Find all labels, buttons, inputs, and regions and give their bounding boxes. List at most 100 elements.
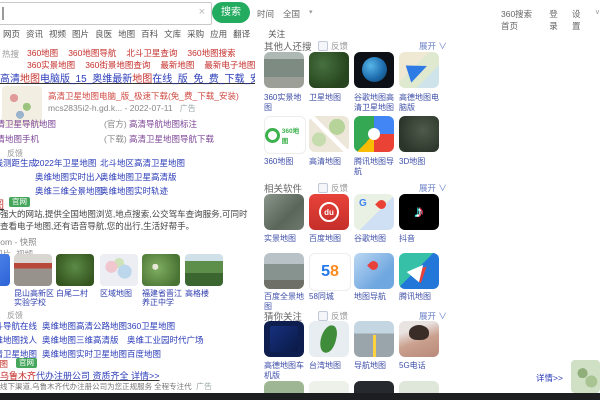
app-card[interactable]: 腾讯地图 [399, 253, 441, 301]
clear-icon[interactable]: × [199, 6, 205, 18]
street-view-icon[interactable] [264, 52, 304, 88]
tab-webpage[interactable]: 网页 [3, 28, 20, 40]
hot-link[interactable]: 360地图 [27, 47, 58, 59]
image-caption[interactable]: 昆山高新区实验学校 [14, 289, 54, 307]
settings-link[interactable]: 设置 [572, 8, 586, 32]
hot-link[interactable]: 360地图导航 [68, 47, 116, 59]
tab-wenku[interactable]: 文库 [164, 28, 181, 40]
app-card[interactable]: 实景地图 [264, 194, 306, 243]
related-link[interactable]: 奥维三维全景地图 [35, 185, 103, 197]
app-caption[interactable]: 实景地图 [264, 234, 304, 244]
hot-link[interactable]: 360地图搜索 [187, 47, 235, 59]
google-maps-icon[interactable]: G [354, 194, 394, 230]
tab-app[interactable]: 应用 [210, 28, 227, 40]
navigation-arrow-icon[interactable] [399, 253, 439, 289]
app-caption[interactable]: 高德地图电脑版 [399, 93, 439, 112]
app-caption[interactable]: 高德地图车机版 [264, 361, 304, 380]
paper-plane-icon[interactable] [399, 52, 439, 88]
aerial-map-icon[interactable] [399, 116, 439, 152]
tab-image[interactable]: 图片 [72, 28, 89, 40]
city-map-icon[interactable] [309, 116, 349, 152]
app-caption[interactable]: 3D地图 [399, 157, 439, 167]
tab-video[interactable]: 视频 [49, 28, 66, 40]
image-thumbnail[interactable] [14, 254, 52, 286]
app-caption[interactable]: 360地图 [264, 157, 304, 167]
app-card[interactable]: 58 58同城 [309, 253, 351, 301]
tab-doctor[interactable]: 良医 [95, 28, 112, 40]
app-caption[interactable]: 腾讯地图 [399, 292, 439, 302]
section-feedback[interactable]: 反馈 [318, 40, 348, 52]
app-card[interactable]: 导航地图 [354, 321, 396, 370]
app-card[interactable]: 360地图 360地图 [264, 116, 306, 166]
portrait-photo-icon[interactable] [399, 321, 439, 357]
app-caption[interactable]: 地图导航 [354, 292, 394, 302]
app-caption[interactable]: 导航地图 [354, 361, 394, 371]
app-card[interactable]: 百度全景地图 [264, 253, 306, 311]
related-link[interactable]: 奥维地图三维高清版 [42, 334, 119, 346]
ad-sublink[interactable]: 高清地图手机 [0, 133, 39, 145]
app-caption[interactable]: 抖音 [399, 234, 439, 244]
related-link[interactable]: 奥维地图高清公路地图 [42, 320, 127, 332]
app-card[interactable]: 腾讯地图导航 [354, 116, 396, 176]
filter-region[interactable]: 全国 [283, 8, 300, 20]
earth-globe-icon[interactable] [354, 52, 394, 88]
app-caption[interactable]: 台湾地图 [309, 361, 349, 371]
map-pin-icon[interactable] [354, 253, 394, 289]
app-caption[interactable]: 360实景地图 [264, 93, 304, 112]
image-caption[interactable]: 高格楼 [185, 289, 225, 298]
tiktok-icon[interactable]: ♪ [399, 194, 439, 230]
related-link[interactable]: 奥维地图卫星高清版 [100, 171, 177, 183]
street-photo-icon[interactable] [264, 253, 304, 289]
expand-button[interactable]: 展开 ∨ [419, 182, 447, 194]
related-link[interactable]: 奥维地图实时轨迹 [100, 185, 168, 197]
search-input[interactable] [5, 5, 187, 22]
app-caption[interactable]: 58同城 [309, 292, 349, 302]
ad-sublink[interactable]: 高清卫星导航地图 [0, 118, 56, 130]
related-link[interactable]: 360卫星地图 [127, 320, 175, 332]
image-thumbnail[interactable] [0, 254, 10, 286]
satellite-map-icon[interactable] [309, 52, 349, 88]
app-card[interactable]: 地图导航 [354, 253, 396, 301]
ad-result-title[interactable]: 高清地图电脑版_15_奥维最新地图在线_版_免_费_下载_安装... [0, 70, 255, 85]
app-caption[interactable]: 高清地图 [309, 157, 349, 167]
image-caption[interactable]: 福建省晋江养正中学 [142, 289, 182, 307]
app-caption[interactable]: 卫星地图 [309, 93, 349, 103]
baidu-maps-icon[interactable]: du [309, 194, 349, 230]
app-caption[interactable]: 谷歌地图 [354, 234, 394, 244]
map-pinwheel-icon[interactable] [354, 116, 394, 152]
ad2-thumbnail[interactable] [571, 360, 600, 393]
related-link[interactable]: 三维地图找人 [0, 334, 37, 346]
app-card[interactable]: 高德地图车机版 [264, 321, 306, 380]
tab-news[interactable]: 资讯 [26, 28, 43, 40]
app-card[interactable]: du 百度地图 [309, 194, 351, 243]
expand-button[interactable]: 展开 ∨ [419, 40, 447, 52]
app-caption[interactable]: 腾讯地图导航 [354, 157, 394, 176]
app-card[interactable]: ♪ 抖音 [399, 194, 441, 243]
home-link[interactable]: 360搜索首页 [501, 8, 540, 32]
ad2-more-link[interactable]: 详情>> [536, 372, 563, 384]
image-thumbnail[interactable] [56, 254, 94, 286]
related-link[interactable]: 奥维地图实时出入 [35, 171, 103, 183]
app-card[interactable]: 高德地图电脑版 [399, 52, 441, 112]
ad-sublink[interactable]: 高清导航地图标注 [129, 119, 197, 129]
related-link[interactable]: 北斗地区高清卫星地图 [100, 157, 185, 169]
search-box[interactable]: × [0, 2, 212, 25]
tab-caigou[interactable]: 采购 [187, 28, 204, 40]
app-caption[interactable]: 5G电话 [399, 361, 439, 371]
app-card[interactable]: 卫星地图 [309, 52, 351, 102]
image-thumbnail[interactable] [185, 254, 223, 286]
app-caption[interactable]: 谷歌地图高清卫星地图 [354, 93, 394, 112]
app-card[interactable]: 3D地图 [399, 116, 441, 166]
image-caption[interactable]: 白尾二村 [56, 289, 96, 298]
tab-baike[interactable]: 百科 [141, 28, 158, 40]
related-link[interactable]: 百度地图 [127, 348, 161, 360]
login-link[interactable]: 登录 [549, 8, 563, 32]
app-caption[interactable]: 百度地图 [309, 234, 349, 244]
image-thumbnail[interactable] [142, 254, 180, 286]
app-card[interactable]: 5G电话 [399, 321, 441, 370]
58-tongcheng-icon[interactable]: 58 [309, 253, 351, 291]
360-map-logo-icon[interactable]: 360地图 [264, 116, 306, 154]
section-feedback[interactable]: 反馈 [318, 182, 348, 194]
hot-link[interactable]: 北斗卫星查询 [126, 47, 177, 59]
related-link[interactable]: 北斗导航在线 [0, 320, 37, 332]
